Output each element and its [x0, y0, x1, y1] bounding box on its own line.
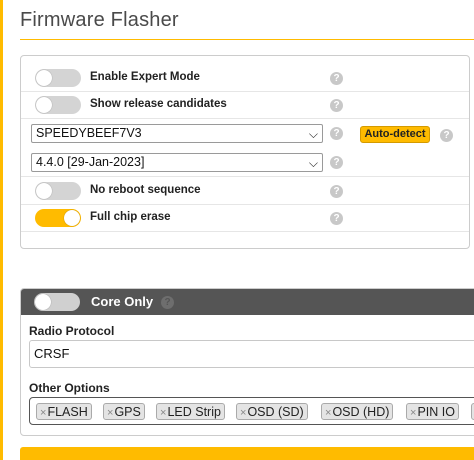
help-icon[interactable]: ? — [330, 212, 343, 225]
help-icon[interactable]: ? — [440, 129, 453, 142]
firmware-version-value: 4.4.0 [29-Jan-2023] — [36, 155, 145, 169]
auto-detect-button[interactable]: Auto-detect — [360, 126, 430, 143]
option-tag[interactable]: ×GPS — [103, 403, 145, 420]
remove-icon[interactable]: × — [40, 407, 46, 419]
firmware-version-select[interactable]: 4.4.0 [29-Jan-2023] ⌵ — [31, 153, 323, 172]
remove-icon[interactable]: × — [107, 407, 113, 419]
chevron-down-icon: ⌵ — [308, 127, 318, 141]
full-chip-erase-toggle[interactable] — [35, 209, 81, 227]
board-select[interactable]: SPEEDYBEEF7V3 ⌵ — [31, 124, 323, 143]
toggle-knob — [64, 210, 80, 226]
help-icon[interactable]: ? — [330, 185, 343, 198]
option-tag[interactable]: ×FLASH — [36, 403, 92, 420]
chevron-down-icon: ⌵ — [308, 156, 318, 170]
help-icon[interactable]: ? — [330, 99, 343, 112]
expert-mode-row: Enable Expert Mode ? — [21, 65, 469, 92]
toggle-knob — [36, 70, 52, 86]
toggle-knob — [36, 97, 52, 113]
core-only-label: Core Only — [91, 294, 154, 309]
title-divider — [20, 39, 474, 40]
release-candidates-toggle[interactable] — [35, 96, 81, 114]
other-options-field[interactable]: ×FLASH ×GPS ×LED Strip ×OSD (SD) ×OSD (H… — [29, 397, 474, 425]
flash-firmware-bar[interactable] — [20, 447, 474, 460]
release-candidates-label: Show release candidates — [90, 98, 227, 110]
expert-mode-label: Enable Expert Mode — [90, 71, 200, 83]
help-icon[interactable]: ? — [330, 127, 343, 140]
toggle-knob — [35, 294, 51, 310]
expert-mode-toggle[interactable] — [35, 69, 81, 87]
remove-icon[interactable]: × — [160, 407, 166, 419]
radio-protocol-field[interactable]: CRSF — [29, 340, 474, 368]
help-icon[interactable]: ? — [330, 72, 343, 85]
option-tag[interactable]: ×PIN IO — [406, 403, 459, 420]
option-tag[interactable]: ×OSD (SD) — [236, 403, 308, 420]
core-only-header: Core Only ? — [21, 289, 474, 315]
build-options-panel: Core Only ? Radio Protocol CRSF Other Op… — [20, 288, 474, 436]
remove-icon[interactable]: × — [410, 407, 416, 419]
page-title: Firmware Flasher — [20, 9, 179, 31]
options-panel: Enable Expert Mode ? Show release candid… — [20, 55, 470, 249]
remove-icon[interactable]: × — [325, 407, 331, 419]
full-chip-erase-row: Full chip erase ? — [21, 205, 469, 232]
core-only-toggle[interactable] — [34, 293, 80, 311]
remove-icon[interactable]: × — [240, 407, 246, 419]
option-tag[interactable]: ×OSD (HD) — [321, 403, 394, 420]
help-icon[interactable]: ? — [161, 296, 174, 309]
option-tag[interactable]: ×LED Strip — [156, 403, 225, 420]
radio-protocol-label: Radio Protocol — [29, 324, 115, 338]
no-reboot-row: No reboot sequence ? — [21, 178, 469, 205]
no-reboot-label: No reboot sequence — [90, 184, 201, 196]
board-select-value: SPEEDYBEEF7V3 — [36, 126, 142, 140]
other-options-label: Other Options — [29, 381, 110, 395]
accent-strip — [0, 0, 3, 460]
no-reboot-toggle[interactable] — [35, 182, 81, 200]
full-chip-erase-label: Full chip erase — [90, 211, 171, 223]
toggle-knob — [36, 183, 52, 199]
release-candidates-row: Show release candidates ? — [21, 92, 469, 119]
help-icon[interactable]: ? — [330, 156, 343, 169]
divider — [21, 176, 469, 177]
